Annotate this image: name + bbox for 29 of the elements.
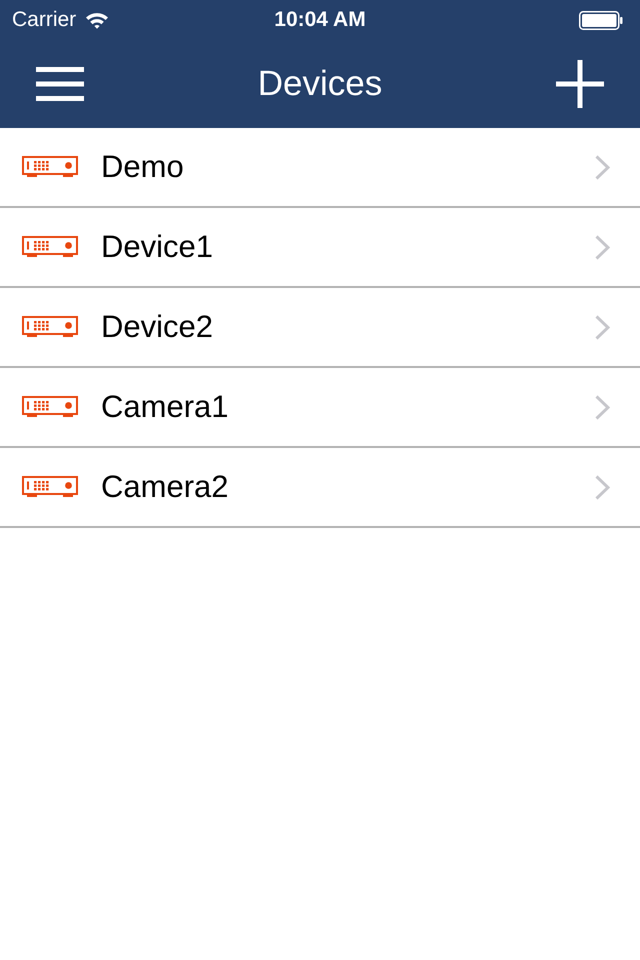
chevron-right-icon [595,314,610,340]
recorder-icon [22,156,78,178]
device-name: Device1 [101,229,214,265]
device-row[interactable]: Camera1 [0,368,640,448]
chevron-right-icon [595,474,610,500]
chevron-right-icon [595,154,610,180]
add-icon [556,60,604,108]
menu-icon [36,67,84,101]
page-title: Devices [258,64,382,104]
device-name: Camera1 [101,389,230,425]
device-row[interactable]: Demo [0,128,640,208]
wifi-icon [85,11,110,29]
status-time: 10:04 AM [274,8,366,32]
device-row[interactable]: Camera2 [0,448,640,528]
recorder-icon [22,396,78,418]
device-name: Camera2 [101,469,230,505]
recorder-icon [22,236,78,258]
chevron-right-icon [595,394,610,420]
device-row[interactable]: Device2 [0,288,640,368]
carrier-name: Carrier [12,8,76,32]
add-button[interactable] [556,60,604,108]
chevron-right-icon [595,234,610,260]
battery-icon [579,10,623,30]
menu-button[interactable] [36,67,84,101]
device-row[interactable]: Device1 [0,208,640,288]
device-name: Device2 [101,309,214,345]
device-name: Demo [101,149,185,185]
recorder-icon [22,316,78,338]
recorder-icon [22,476,78,498]
